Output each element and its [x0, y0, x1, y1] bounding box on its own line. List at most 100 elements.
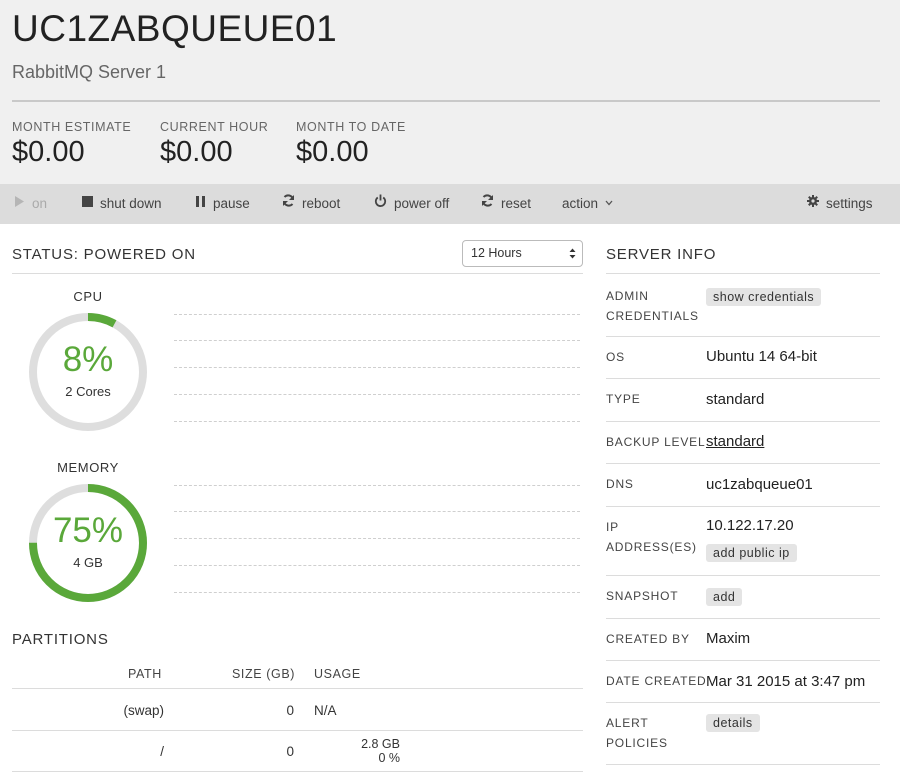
status-title: STATUS: POWERED ON [12, 246, 196, 263]
memory-chart-gridline [174, 511, 580, 512]
created-by-value: Maxim [706, 630, 751, 647]
server-info-divider [606, 273, 880, 274]
current-hour-label: CURRENT HOUR [160, 120, 269, 134]
server-info-row-divider [606, 421, 880, 422]
power-toolbar: on shut down pause reboot power off rese… [0, 184, 900, 224]
action-dropdown[interactable]: action [562, 184, 613, 224]
server-info-row-divider [606, 764, 880, 765]
server-description: RabbitMQ Server 1 [12, 62, 167, 82]
month-to-date-label: MONTH TO DATE [296, 120, 406, 134]
show-credentials-button[interactable]: show credentials [706, 288, 822, 306]
size-column-header: SIZE (GB) [232, 667, 296, 681]
stop-icon [82, 183, 93, 223]
server-info-row-divider [606, 660, 880, 661]
cpu-cores: 2 Cores [65, 384, 111, 399]
server-header: UC1ZABQUEUE01 RabbitMQ Server 1 MONTH ES… [0, 0, 900, 184]
alert-label-line2: POLICIES [606, 736, 668, 750]
header-divider [12, 100, 880, 102]
shut-down-label: shut down [100, 196, 162, 211]
type-value: standard [706, 391, 765, 408]
partitions-title: PARTITIONS [12, 631, 109, 648]
refresh-icon [282, 183, 295, 223]
on-button[interactable]: on [14, 184, 47, 224]
memory-chart-gridline [174, 485, 580, 486]
os-value: Ubuntu 14 64-bit [706, 348, 817, 365]
server-info-row-divider [606, 575, 880, 576]
partition-usage: 2.8 GB [361, 737, 400, 751]
memory-chart-gridline [174, 565, 580, 566]
partition-size: 0 [286, 703, 294, 718]
dns-value: uc1zabqueue01 [706, 476, 813, 493]
ip-address-value: 10.122.17.20 [706, 517, 794, 534]
dns-label: DNS [606, 477, 634, 491]
partition-row-divider [12, 730, 583, 731]
memory-label: MEMORY [57, 460, 119, 475]
time-range-value: 12 Hours [471, 246, 522, 260]
ip-addresses-label: IP ADDRESS(ES) [606, 517, 697, 557]
partition-usage-percent: 0 % [378, 751, 400, 765]
alert-details-button[interactable]: details [706, 714, 760, 732]
partitions-header-divider [12, 688, 583, 689]
partition-row-divider [12, 771, 583, 772]
reset-label: reset [501, 196, 532, 211]
gear-icon [807, 183, 819, 223]
add-snapshot-button[interactable]: add [706, 588, 743, 606]
action-label: action [562, 196, 599, 211]
server-info-row-divider [606, 702, 880, 703]
power-icon [374, 183, 387, 223]
shut-down-button[interactable]: shut down [82, 184, 162, 224]
pause-button[interactable]: pause [195, 184, 250, 224]
os-label: OS [606, 350, 625, 364]
month-estimate-label: MONTH ESTIMATE [12, 120, 132, 134]
usage-column-header: USAGE [314, 667, 361, 681]
month-estimate-value: $0.00 [12, 136, 85, 168]
refresh-icon [481, 183, 494, 223]
ip-label-line2: ADDRESS(ES) [606, 540, 697, 554]
power-off-button[interactable]: power off [374, 184, 449, 224]
settings-button[interactable]: settings [807, 184, 873, 224]
memory-percent: 75% [52, 511, 124, 550]
cpu-chart-gridline [174, 421, 580, 422]
partition-size: 0 [286, 744, 294, 759]
cpu-percent: 8% [62, 340, 114, 379]
month-to-date-value: $0.00 [296, 136, 369, 168]
time-range-select[interactable]: 12 Hours [462, 240, 583, 267]
partition-path: / [160, 744, 164, 759]
server-info-row-divider [606, 336, 880, 337]
admin-label-line1: ADMIN [606, 289, 649, 303]
path-column-header: PATH [128, 667, 162, 681]
server-name: UC1ZABQUEUE01 [12, 8, 338, 49]
server-info-row-divider [606, 378, 880, 379]
pause-label: pause [213, 196, 250, 211]
backup-level-label: BACKUP LEVEL [606, 435, 706, 449]
month-estimate: MONTH ESTIMATE $0.00 [12, 120, 131, 169]
cpu-chart-gridline [174, 367, 580, 368]
reset-button[interactable]: reset [481, 184, 531, 224]
on-label: on [32, 196, 48, 211]
month-to-date: MONTH TO DATE $0.00 [296, 120, 406, 169]
current-hour-value: $0.00 [160, 136, 233, 168]
type-label: TYPE [606, 392, 641, 406]
partition-path: (swap) [123, 703, 164, 718]
pause-icon [195, 183, 206, 223]
alert-label-line1: ALERT [606, 716, 649, 730]
memory-gauge: 75% 4 GB [28, 483, 148, 603]
play-icon [14, 183, 25, 223]
cpu-chart-gridline [174, 394, 580, 395]
memory-chart-gridline [174, 592, 580, 593]
chevron-down-icon [605, 182, 613, 222]
created-by-label: CREATED BY [606, 632, 690, 646]
settings-label: settings [826, 196, 873, 211]
date-created-label: DATE CREATED [606, 674, 707, 688]
snapshot-label: SNAPSHOT [606, 589, 679, 603]
reboot-button[interactable]: reboot [282, 184, 340, 224]
backup-level-link[interactable]: standard [706, 433, 764, 450]
select-arrows-icon [569, 241, 576, 268]
reboot-label: reboot [302, 196, 341, 211]
alert-policies-label: ALERT POLICIES [606, 713, 668, 753]
server-info-row-divider [606, 463, 880, 464]
date-created-value: Mar 31 2015 at 3:47 pm [706, 673, 866, 690]
add-public-ip-button[interactable]: add public ip [706, 544, 797, 562]
ip-label-line1: IP [606, 520, 619, 534]
server-info-row-divider [606, 506, 880, 507]
